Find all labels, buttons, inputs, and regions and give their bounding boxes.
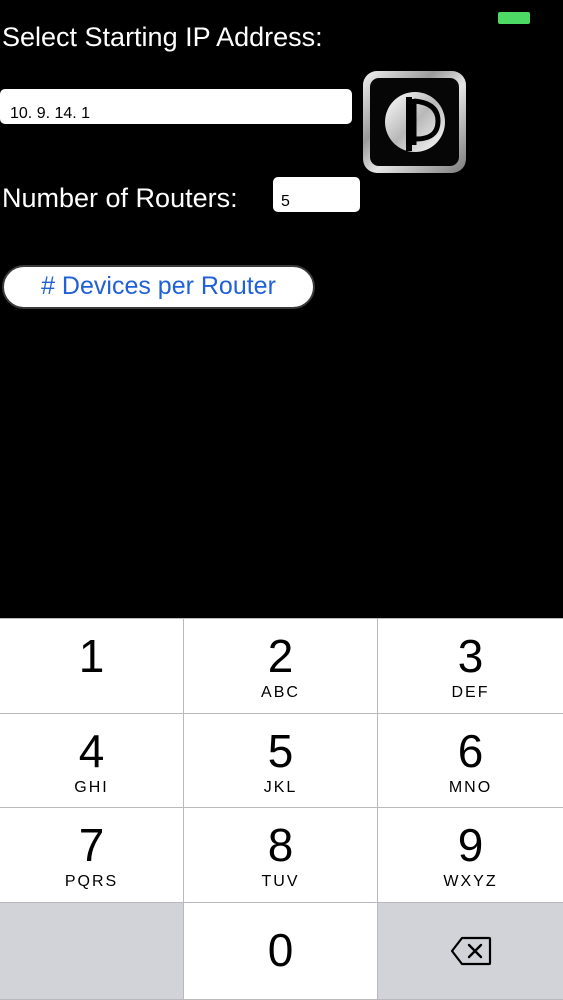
key-letters: PQRS: [64, 873, 119, 890]
starting-ip-value: 10. 9. 14. 1: [10, 105, 91, 122]
battery-icon: [498, 12, 530, 24]
key-letters: TUV: [261, 873, 300, 890]
number-of-routers-label: Number of Routers:: [2, 183, 238, 213]
key-digit: 0: [267, 924, 294, 976]
starting-ip-input[interactable]: 10. 9. 14. 1: [0, 89, 352, 124]
number-of-routers-value: 5: [281, 193, 290, 210]
key-letters: WXYZ: [443, 873, 498, 890]
key-digit: 1: [78, 630, 105, 682]
key-digit: 7: [78, 819, 105, 871]
logo-glyph-icon: [384, 92, 445, 152]
key-digit: 8: [267, 819, 294, 871]
key-digit: 5: [267, 725, 294, 777]
devices-per-router-button[interactable]: # Devices per Router: [2, 265, 315, 309]
delete-key[interactable]: [378, 903, 563, 1000]
key-7[interactable]: 7 PQRS: [0, 808, 184, 903]
key-letters: GHI: [74, 779, 109, 796]
key-0[interactable]: 0: [184, 903, 378, 1000]
key-letters: MNO: [448, 779, 493, 796]
key-9[interactable]: 9 WXYZ: [378, 808, 563, 903]
key-digit: 4: [78, 725, 105, 777]
key-3[interactable]: 3 DEF: [378, 618, 563, 714]
key-6[interactable]: 6 MNO: [378, 714, 563, 808]
key-1[interactable]: 1: [0, 618, 184, 714]
number-of-routers-input[interactable]: 5: [273, 177, 360, 212]
key-letters: JKL: [263, 779, 298, 796]
devices-per-router-label: # Devices per Router: [41, 272, 276, 300]
app-logo-mark: [370, 78, 459, 166]
delete-backspace-icon: [450, 936, 491, 966]
app-logo-icon[interactable]: [363, 71, 466, 173]
key-empty: [0, 903, 184, 1000]
key-digit: 3: [457, 630, 484, 682]
app-screen: Select Starting IP Address: 10. 9. 14. 1…: [0, 0, 563, 1000]
key-digit: 6: [457, 725, 484, 777]
numeric-keypad: 1 2 ABC 3 DEF 4 GHI 5 JKL 6 MNO 7 PQRS 8…: [0, 618, 563, 1000]
key-digit: 2: [267, 630, 294, 682]
key-digit: 9: [457, 819, 484, 871]
key-letters: ABC: [261, 684, 300, 701]
key-5[interactable]: 5 JKL: [184, 714, 378, 808]
key-8[interactable]: 8 TUV: [184, 808, 378, 903]
key-2[interactable]: 2 ABC: [184, 618, 378, 714]
key-letters: DEF: [451, 684, 490, 701]
key-4[interactable]: 4 GHI: [0, 714, 184, 808]
starting-ip-label: Select Starting IP Address:: [2, 22, 323, 52]
